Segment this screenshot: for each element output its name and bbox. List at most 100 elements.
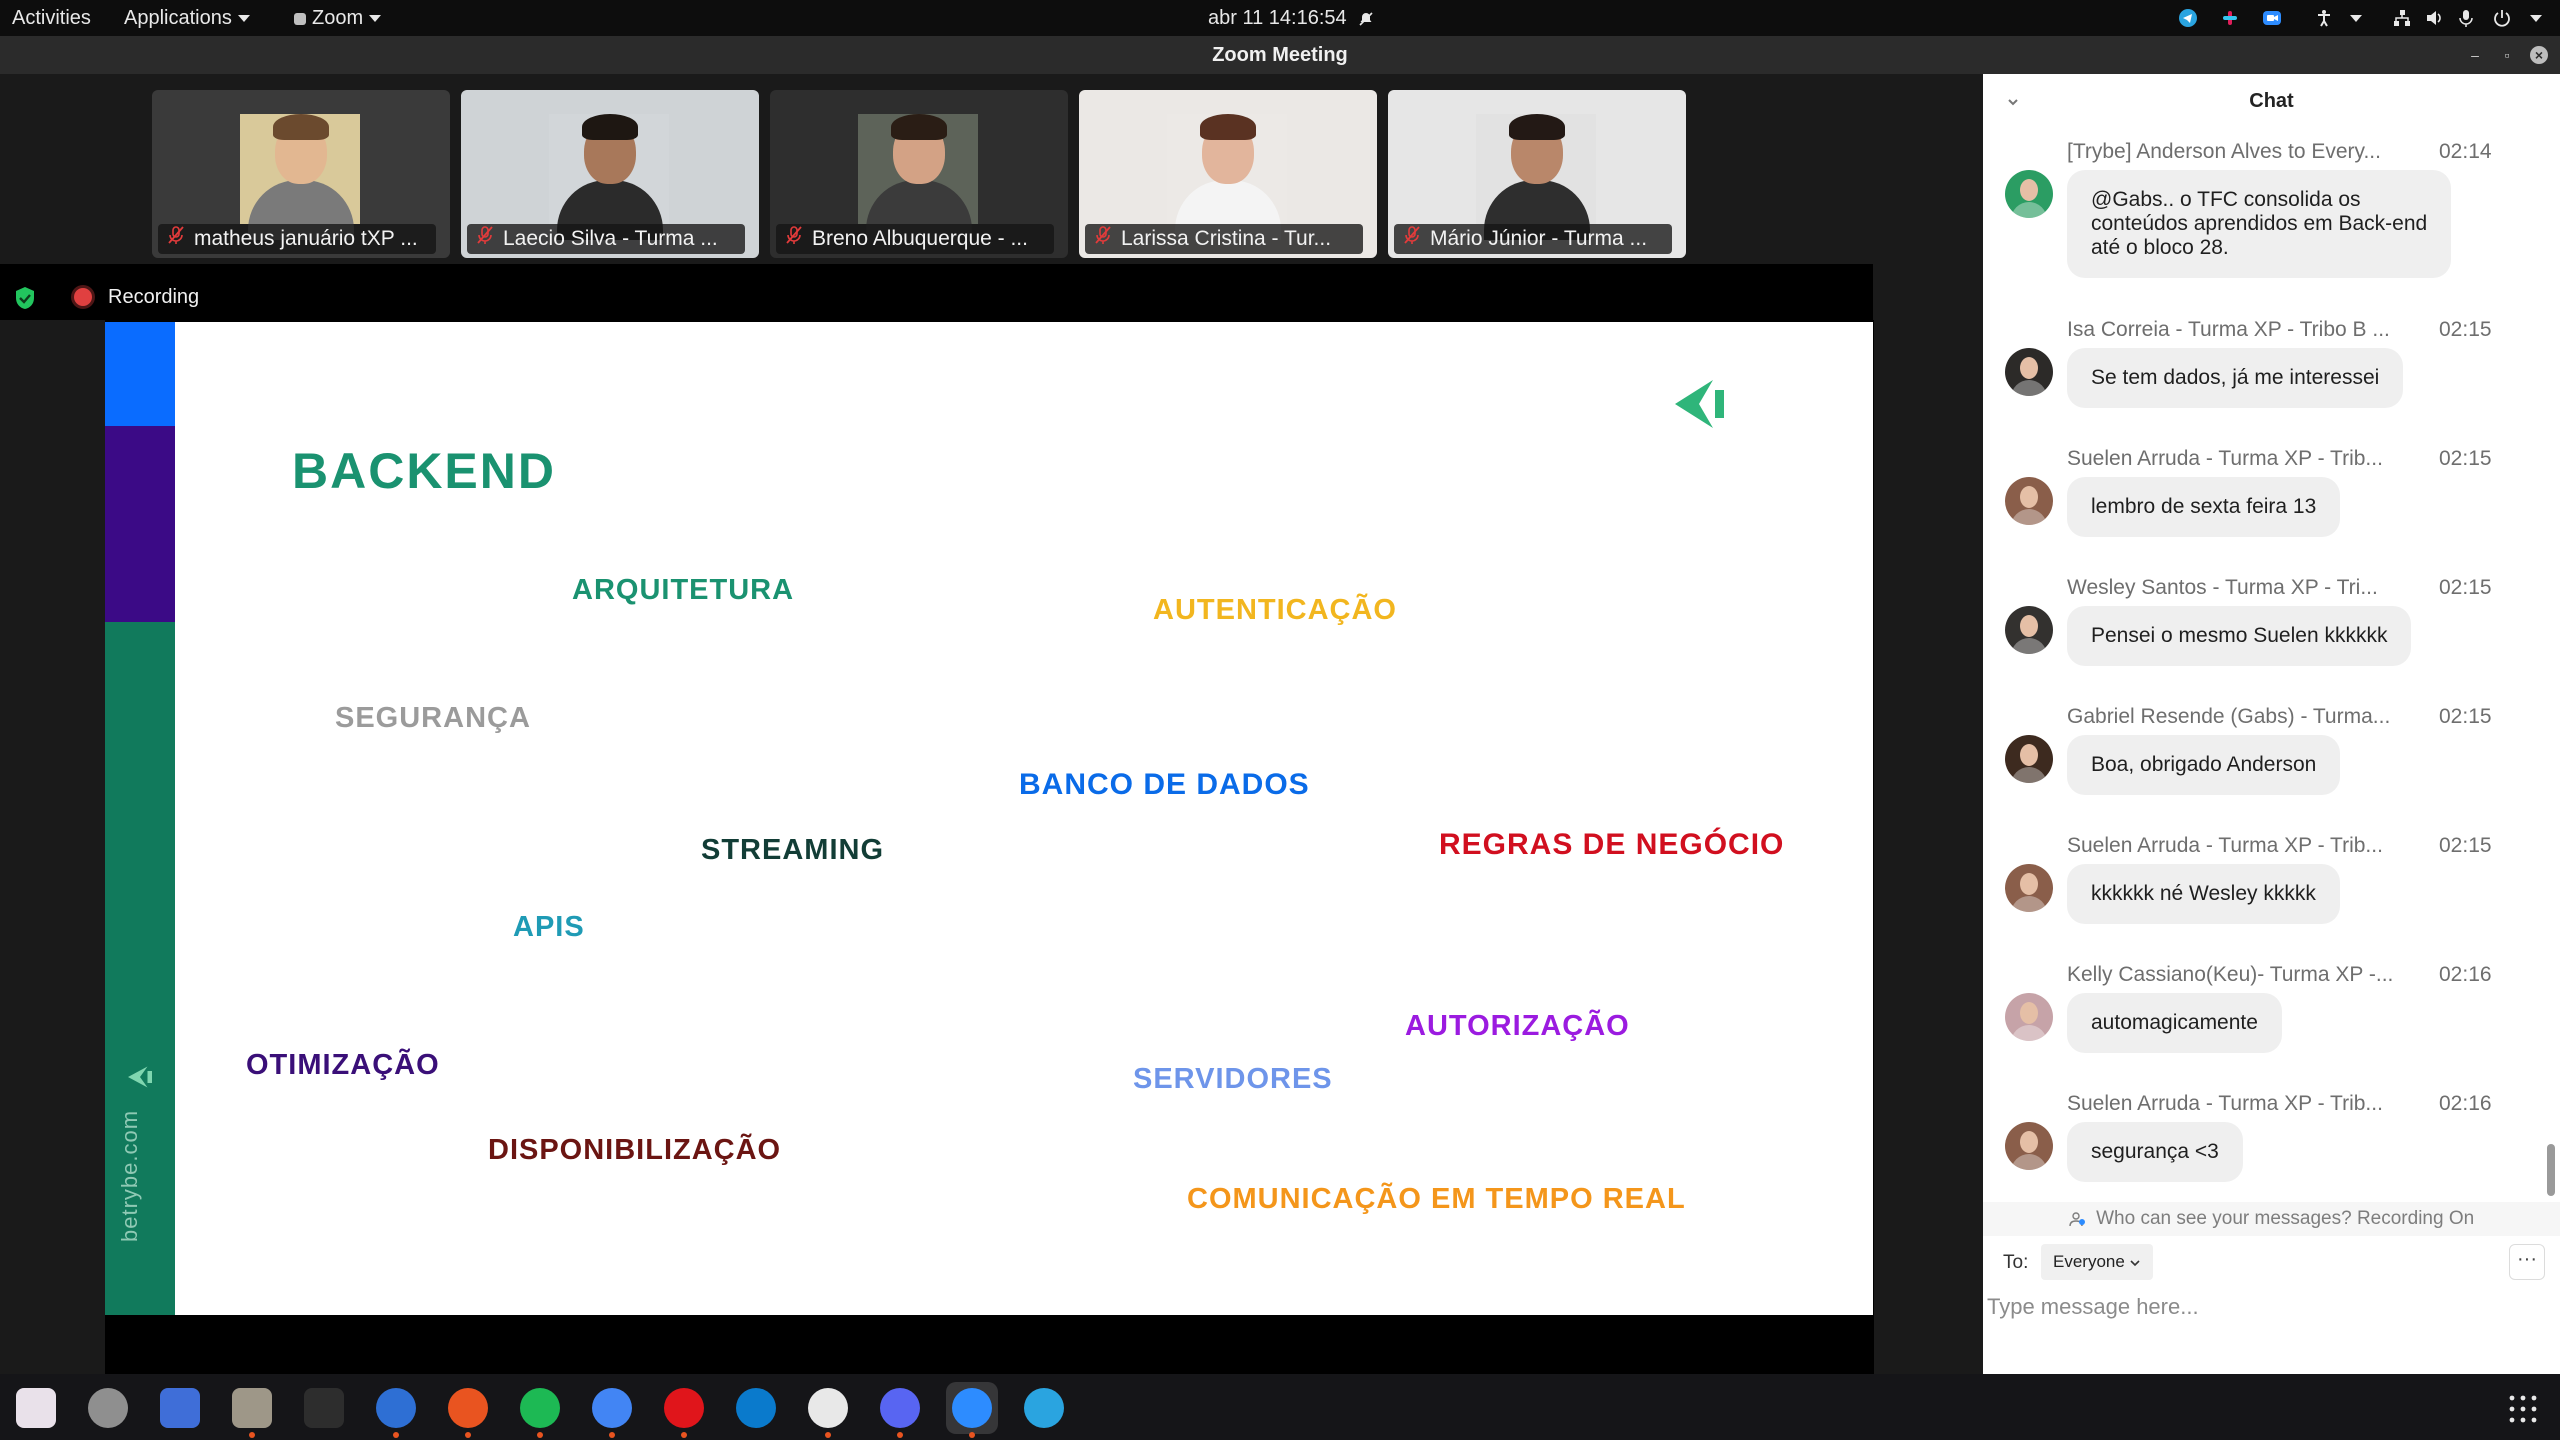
message-input[interactable] xyxy=(1987,1282,2547,1332)
accessibility-icon[interactable] xyxy=(2314,8,2334,28)
to-label: To: xyxy=(2003,1252,2029,1273)
avatar[interactable] xyxy=(2005,477,2053,525)
running-indicator xyxy=(393,1432,399,1438)
visibility-note[interactable]: Who can see your messages? Recording On xyxy=(1983,1202,2560,1236)
avatar[interactable] xyxy=(2005,993,2053,1041)
participant-tile[interactable]: Breno Albuquerque - ... xyxy=(770,90,1068,258)
participant-name: Larissa Cristina - Tur... xyxy=(1121,227,1332,250)
message-sender: Suelen Arruda - Turma XP - Trib... xyxy=(2067,447,2383,470)
avatar-shoulders xyxy=(2011,638,2047,654)
app-grid-icon[interactable] xyxy=(2508,1394,2538,1424)
zoom-tray-icon[interactable] xyxy=(2262,8,2282,28)
chrome-icon xyxy=(592,1388,632,1428)
message-bubble: automagicamente xyxy=(2067,993,2282,1053)
participant-hair xyxy=(273,114,329,140)
zoom-icon xyxy=(952,1388,992,1428)
message-time: 02:16 xyxy=(2439,963,2492,986)
avatar-face xyxy=(2020,744,2038,766)
message-time: 02:15 xyxy=(2439,705,2492,728)
chat-scrollbar[interactable] xyxy=(2547,1144,2555,1196)
participant-nameplate: Laecio Silva - Turma ... xyxy=(467,224,745,254)
dock-thunderbird-button[interactable] xyxy=(370,1382,422,1438)
message-sender: Kelly Cassiano(Keu)- Turma XP -... xyxy=(2067,963,2394,986)
discord-icon xyxy=(880,1388,920,1428)
slide-keyword: DISPONIBILIZAÇÃO xyxy=(488,1134,782,1166)
message-bubble: segurança <3 xyxy=(2067,1122,2243,1182)
avatar[interactable] xyxy=(2005,864,2053,912)
avatar-face xyxy=(2020,1002,2038,1024)
close-button[interactable]: × xyxy=(2530,46,2548,64)
participant-nameplate: Breno Albuquerque - ... xyxy=(776,224,1054,254)
dock-screenshot-button[interactable] xyxy=(154,1382,206,1434)
dock-settings-button[interactable] xyxy=(82,1382,134,1434)
more-options-button[interactable]: ··· xyxy=(2509,1244,2545,1280)
dock-software-center-button[interactable] xyxy=(442,1382,494,1438)
chevron-down-icon[interactable] xyxy=(2530,15,2542,22)
running-indicator xyxy=(897,1432,903,1438)
avatar-face xyxy=(2020,486,2038,508)
activities-button[interactable]: Activities xyxy=(12,0,91,36)
message-bubble: Pensei o mesmo Suelen kkkkkk xyxy=(2067,606,2412,666)
avatar[interactable] xyxy=(2005,348,2053,396)
slide-keyword: SEGURANÇA xyxy=(335,702,531,734)
recording-label[interactable]: Recording xyxy=(108,284,199,310)
slide-keyword: AUTENTICAÇÃO xyxy=(1153,594,1397,626)
recipient-row: To: Everyone ··· xyxy=(1983,1240,2560,1284)
slide: betrybe.com BACKEND ARQUITETURA AUTENTICA… xyxy=(105,322,1873,1315)
slide-keyword: APIS xyxy=(513,911,585,943)
avatar-shoulders xyxy=(2011,767,2047,783)
slide-keyword: BANCO DE DADOS xyxy=(1019,768,1310,801)
slide-keyword: ARQUITETURA xyxy=(572,574,795,606)
applications-menu[interactable]: Applications xyxy=(124,0,250,36)
participant-tile[interactable]: matheus januário tXP ... xyxy=(152,90,450,258)
app-menu[interactable]: Zoom xyxy=(294,0,382,36)
participant-tile[interactable]: Laecio Silva - Turma ... xyxy=(461,90,759,258)
avatar[interactable] xyxy=(2005,735,2053,783)
mic-muted-icon xyxy=(477,226,493,244)
participant-hair xyxy=(582,114,638,140)
slack-tray-icon[interactable] xyxy=(2220,8,2240,28)
dock-show-apps-launcher-button[interactable] xyxy=(10,1382,62,1434)
participant-tile[interactable]: Larissa Cristina - Tur... xyxy=(1079,90,1377,258)
chevron-down-icon[interactable] xyxy=(2350,15,2362,22)
dock-telegram-button[interactable] xyxy=(1018,1382,1070,1434)
chevron-down-icon xyxy=(237,15,250,23)
dock-spotify-button[interactable] xyxy=(514,1382,566,1438)
avatar[interactable] xyxy=(2005,606,2053,654)
participant-name: Breno Albuquerque - ... xyxy=(812,227,1028,250)
avatar[interactable] xyxy=(2005,170,2053,218)
microphone-icon[interactable] xyxy=(2456,8,2476,28)
dock-discord-button[interactable] xyxy=(874,1382,926,1438)
network-icon[interactable] xyxy=(2392,8,2412,28)
dock-opera-button[interactable] xyxy=(658,1382,710,1438)
dock-zoom-button[interactable] xyxy=(946,1382,998,1438)
clock[interactable]: abr 11 14:16:54 xyxy=(1208,0,1374,36)
telegram-tray-icon[interactable] xyxy=(2178,8,2198,28)
slide-keyword: REGRAS DE NEGÓCIO xyxy=(1439,828,1785,861)
dock-chrome-button[interactable] xyxy=(586,1382,638,1438)
meeting-area: matheus januário tXP ... Laecio Silva - T… xyxy=(0,74,1983,1374)
dock-files-button[interactable] xyxy=(226,1382,278,1438)
dock-terminal-button[interactable] xyxy=(298,1382,350,1434)
dock-vscode-button[interactable] xyxy=(730,1382,782,1434)
chevron-down-icon xyxy=(369,15,382,23)
recipient-select[interactable]: Everyone xyxy=(2041,1244,2153,1280)
message-sender: Suelen Arruda - Turma XP - Trib... xyxy=(2067,1092,2383,1115)
vscode-icon xyxy=(736,1388,776,1428)
power-icon[interactable] xyxy=(2492,8,2512,28)
files-icon xyxy=(232,1388,272,1428)
avatar-shoulders xyxy=(2011,1154,2047,1170)
avatar[interactable] xyxy=(2005,1122,2053,1170)
chat-header: Chat xyxy=(1983,74,2560,130)
participant-tile[interactable]: Mário Júnior - Turma ... xyxy=(1388,90,1686,258)
window-titlebar[interactable]: Zoom Meeting – ▫ × xyxy=(0,36,2560,74)
message-time: 02:15 xyxy=(2439,318,2492,341)
maximize-button[interactable]: ▫ xyxy=(2498,46,2516,64)
shield-icon[interactable] xyxy=(14,286,36,310)
volume-icon[interactable] xyxy=(2424,8,2444,28)
dock-slack-button[interactable] xyxy=(802,1382,854,1438)
opera-icon xyxy=(664,1388,704,1428)
settings-icon xyxy=(88,1388,128,1428)
minimize-button[interactable]: – xyxy=(2466,46,2484,64)
message-bubble: lembro de sexta feira 13 xyxy=(2067,477,2341,537)
